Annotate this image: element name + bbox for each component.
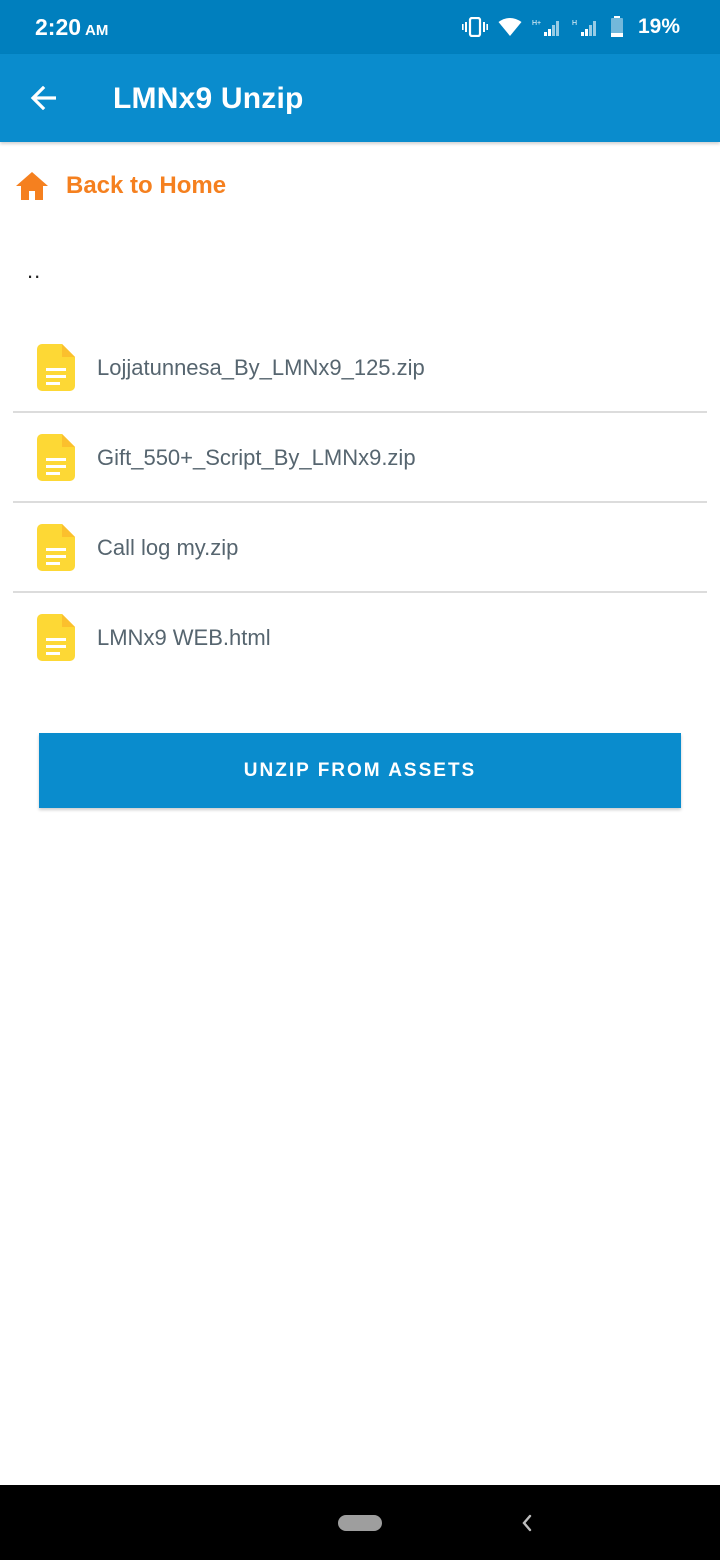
arrow-left-icon [30,86,56,110]
home-icon [16,172,48,200]
app-bar: LMNx9 Unzip [0,54,720,142]
file-icon [37,614,75,661]
file-item[interactable]: Lojjatunnesa_By_LMNx9_125.zip [13,323,707,413]
file-name: Lojjatunnesa_By_LMNx9_125.zip [97,355,425,380]
back-button[interactable] [24,78,64,118]
back-to-home-link[interactable]: Back to Home [15,168,226,204]
svg-text:H: H [572,20,577,27]
svg-text:H+: H+ [532,20,541,27]
file-icon [37,434,75,481]
home-pill-button[interactable] [338,1515,382,1531]
signal-h-icon: H [572,20,596,36]
navigation-bar [0,1485,720,1560]
file-item[interactable]: Gift_550+_Script_By_LMNx9.zip [13,413,707,503]
file-icon [37,524,75,571]
status-time: 2:20 AM [35,14,108,41]
status-bar: 2:20 AM H+ H 19% [0,0,720,54]
battery-icon [610,16,623,37]
vibrate-icon [461,17,488,37]
file-list: Lojjatunnesa_By_LMNx9_125.zip Gift_550+_… [13,323,707,683]
status-icons: H+ H 19% [461,13,680,41]
app-title: LMNx9 Unzip [113,82,304,115]
file-name: Call log my.zip [97,535,239,560]
file-icon [37,344,75,391]
back-to-home-label: Back to Home [66,172,227,199]
file-item[interactable]: Call log my.zip [13,503,707,593]
status-time-ampm: AM [85,22,109,39]
file-item[interactable]: LMNx9 WEB.html [13,593,707,683]
parent-directory-item[interactable]: .. [27,258,41,284]
signal-h-plus-icon: H+ [532,20,559,36]
file-name: LMNx9 WEB.html [97,625,271,650]
file-name: Gift_550+_Script_By_LMNx9.zip [97,445,416,470]
nav-back-chevron-icon[interactable] [516,1509,538,1537]
status-time-value: 2:20 [35,14,82,40]
wifi-icon [498,18,522,36]
unzip-from-assets-button[interactable]: UNZIP FROM ASSETS [39,733,681,808]
battery-percent: 19% [637,15,680,38]
